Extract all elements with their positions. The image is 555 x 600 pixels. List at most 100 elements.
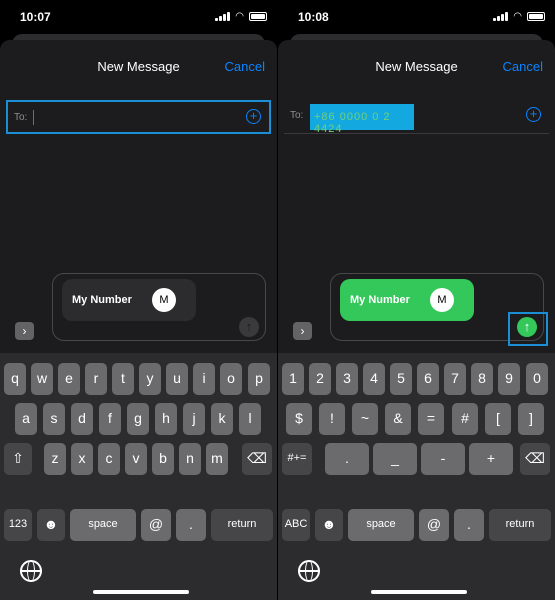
add-contact-icon[interactable]: + — [246, 109, 261, 124]
emoji-key[interactable]: ☻ — [37, 509, 65, 541]
globe-icon[interactable] — [20, 560, 42, 582]
backspace-key[interactable]: ⌫ — [242, 443, 272, 475]
return-key[interactable]: return — [489, 509, 551, 541]
key-tilde[interactable]: ~ — [352, 403, 378, 435]
key-d[interactable]: d — [71, 403, 93, 435]
to-field[interactable]: To: + — [6, 100, 271, 134]
key-o[interactable]: o — [220, 363, 242, 395]
key-open-bracket[interactable]: [ — [485, 403, 511, 435]
home-indicator — [371, 590, 467, 594]
key-7[interactable]: 7 — [444, 363, 466, 395]
key-f[interactable]: f — [99, 403, 121, 435]
recipient-number[interactable]: +86 0000 0 2 4424 — [310, 104, 414, 135]
space-key[interactable]: space — [348, 509, 414, 541]
key-n[interactable]: n — [179, 443, 201, 475]
key-k[interactable]: k — [211, 403, 233, 435]
at-key[interactable]: @ — [141, 509, 171, 541]
dot-key[interactable]: . — [176, 509, 206, 541]
key-6[interactable]: 6 — [417, 363, 439, 395]
compose-area[interactable]: My Number M ↑ — [52, 273, 266, 341]
key-x[interactable]: x — [71, 443, 93, 475]
expand-apps-button[interactable]: › — [293, 322, 312, 340]
at-key[interactable]: @ — [419, 509, 449, 541]
key-hash[interactable]: # — [452, 403, 478, 435]
key-l[interactable]: l — [239, 403, 261, 435]
keyboard: 1 2 3 4 5 6 7 8 9 0 $ ! ~ & = # [ ] #+= … — [278, 353, 555, 600]
signal-icon — [215, 12, 231, 21]
key-1[interactable]: 1 — [282, 363, 304, 395]
key-i[interactable]: i — [193, 363, 215, 395]
contact-card-label: My Number — [72, 294, 132, 306]
compose-area[interactable]: My Number M ↑ — [330, 273, 548, 346]
return-key[interactable]: return — [211, 509, 273, 541]
key-w[interactable]: w — [31, 363, 53, 395]
key-t[interactable]: t — [112, 363, 134, 395]
key-e[interactable]: e — [58, 363, 80, 395]
letters-mode-key[interactable]: ABC — [282, 509, 310, 541]
avatar: M — [430, 288, 454, 312]
key-underscore[interactable]: _ — [373, 443, 417, 475]
to-label: To: — [14, 112, 28, 123]
home-indicator — [93, 590, 189, 594]
key-q[interactable]: q — [4, 363, 26, 395]
key-h[interactable]: h — [155, 403, 177, 435]
key-s[interactable]: s — [43, 403, 65, 435]
key-c[interactable]: c — [98, 443, 120, 475]
key-period[interactable]: . — [325, 443, 369, 475]
key-b[interactable]: b — [152, 443, 174, 475]
key-close-bracket[interactable]: ] — [518, 403, 544, 435]
space-key[interactable]: space — [70, 509, 136, 541]
key-r[interactable]: r — [85, 363, 107, 395]
numbers-mode-key[interactable]: 123 — [4, 509, 32, 541]
send-button[interactable]: ↑ — [239, 317, 259, 337]
key-3[interactable]: 3 — [336, 363, 358, 395]
key-a[interactable]: a — [15, 403, 37, 435]
key-5[interactable]: 5 — [390, 363, 412, 395]
key-dollar[interactable]: $ — [286, 403, 312, 435]
cancel-button[interactable]: Cancel — [503, 59, 543, 74]
key-2[interactable]: 2 — [309, 363, 331, 395]
contact-card-label: My Number — [350, 294, 410, 306]
key-m[interactable]: m — [206, 443, 228, 475]
contact-card-bubble[interactable]: My Number M — [62, 279, 196, 321]
signal-icon — [493, 12, 509, 21]
key-4[interactable]: 4 — [363, 363, 385, 395]
key-ampersand[interactable]: & — [385, 403, 411, 435]
key-hyphen[interactable]: - — [421, 443, 465, 475]
add-contact-icon[interactable]: + — [526, 107, 541, 122]
contact-card-bubble[interactable]: My Number M — [340, 279, 474, 321]
dot-key[interactable]: . — [454, 509, 484, 541]
key-p[interactable]: p — [248, 363, 270, 395]
status-time: 10:07 — [20, 10, 51, 24]
backspace-key[interactable]: ⌫ — [520, 443, 550, 475]
key-exclaim[interactable]: ! — [319, 403, 345, 435]
key-plus[interactable]: + — [469, 443, 513, 475]
key-8[interactable]: 8 — [471, 363, 493, 395]
key-9[interactable]: 9 — [498, 363, 520, 395]
key-equals[interactable]: = — [418, 403, 444, 435]
expand-apps-button[interactable]: › — [15, 322, 34, 340]
symbols-mode-key[interactable]: #+= — [282, 443, 312, 475]
to-field[interactable]: To: +86 0000 0 2 4424 + — [284, 100, 549, 135]
wifi-icon: ◠ — [513, 11, 522, 22]
text-caret — [33, 110, 34, 125]
cancel-button[interactable]: Cancel — [225, 59, 265, 74]
key-y[interactable]: y — [139, 363, 161, 395]
to-label: To: — [290, 110, 304, 121]
phone-right: 10:08 ◠ New Message Cancel To: +86 0000 … — [278, 0, 555, 600]
shift-key[interactable]: ⇧ — [4, 443, 32, 475]
phone-left: 10:07 ◠ New Message Cancel To: + › My Nu… — [0, 0, 277, 600]
key-z[interactable]: z — [44, 443, 66, 475]
key-0[interactable]: 0 — [526, 363, 548, 395]
battery-icon — [527, 12, 545, 21]
globe-icon[interactable] — [298, 560, 320, 582]
key-g[interactable]: g — [127, 403, 149, 435]
key-v[interactable]: v — [125, 443, 147, 475]
key-j[interactable]: j — [183, 403, 205, 435]
key-u[interactable]: u — [166, 363, 188, 395]
status-icons: ◠ — [215, 11, 267, 22]
status-time: 10:08 — [298, 10, 329, 24]
emoji-key[interactable]: ☻ — [315, 509, 343, 541]
status-bar: 10:08 ◠ — [278, 0, 555, 36]
keyboard: q w e r t y u i o p a s d f g h j k l ⇧ … — [0, 353, 277, 600]
